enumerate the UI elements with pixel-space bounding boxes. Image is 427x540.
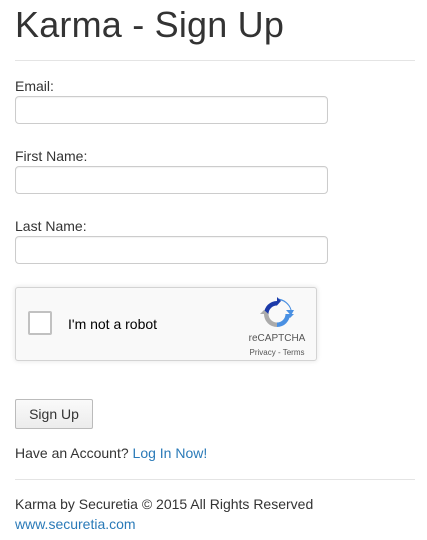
account-prompt: Have an Account? Log In Now! xyxy=(15,445,207,462)
title-divider xyxy=(15,60,415,61)
account-prompt-text: Have an Account? xyxy=(15,445,133,461)
last-name-label: Last Name: xyxy=(15,218,87,234)
sign-up-button[interactable]: Sign Up xyxy=(15,399,93,429)
recaptcha-terms-link[interactable]: Terms xyxy=(283,348,305,357)
footer-copyright: Karma by Securetia © 2015 All Rights Res… xyxy=(15,496,314,512)
footer-link-container: www.securetia.com xyxy=(15,516,136,533)
first-name-label: First Name: xyxy=(15,148,88,164)
recaptcha-links: Privacy - Terms xyxy=(244,348,310,358)
recaptcha-brand: reCAPTCHA xyxy=(248,333,306,344)
recaptcha-checkbox[interactable] xyxy=(28,311,52,335)
recaptcha-link-separator: - xyxy=(275,348,283,357)
first-name-field[interactable] xyxy=(15,166,328,194)
email-field[interactable] xyxy=(15,96,328,124)
last-name-field[interactable] xyxy=(15,236,328,264)
recaptcha-label: I'm not a robot xyxy=(68,316,158,332)
footer-divider xyxy=(15,479,415,480)
page-title: Karma - Sign Up xyxy=(15,4,285,45)
email-label: Email: xyxy=(15,78,54,94)
securetia-link[interactable]: www.securetia.com xyxy=(15,516,136,532)
recaptcha-privacy-link[interactable]: Privacy xyxy=(250,348,276,357)
recaptcha-widget: I'm not a robot reCAPTCHA Privacy - Term… xyxy=(15,287,317,361)
signup-page: Karma - Sign Up Email: First Name: Last … xyxy=(15,0,415,532)
log-in-link[interactable]: Log In Now! xyxy=(133,445,208,461)
recaptcha-logo-icon xyxy=(260,297,294,327)
